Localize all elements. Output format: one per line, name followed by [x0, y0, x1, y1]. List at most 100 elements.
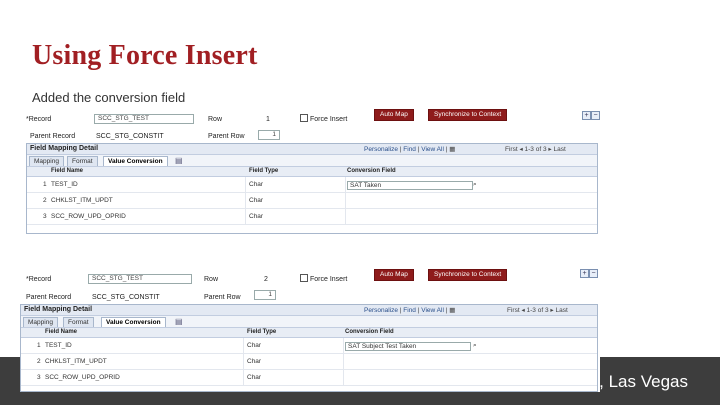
record-input[interactable]: SCC_STG_TEST	[88, 274, 192, 284]
lookup-icon[interactable]: ⌕	[473, 181, 477, 189]
field-type-cell: Char	[247, 342, 262, 349]
add-row-icon[interactable]: +	[582, 111, 591, 120]
add-row-icon[interactable]: +	[580, 269, 589, 278]
field-mapping-grid: Field Mapping Detail Personalize | Find …	[26, 143, 598, 234]
slide-subtitle: Added the conversion field	[32, 90, 186, 105]
col-field-type: Field Type	[249, 168, 279, 174]
grid-header: Field Mapping Detail Personalize | Find …	[27, 144, 597, 155]
personalize-link[interactable]: Personalize	[364, 146, 398, 153]
tab-mapping[interactable]: Mapping	[29, 156, 64, 166]
field-name-cell: CHKLST_ITM_UPDT	[45, 358, 107, 365]
range-text: 1-3 of 3	[526, 307, 549, 314]
last-link[interactable]: Last	[555, 307, 567, 314]
export-icon[interactable]: ▦	[449, 146, 455, 153]
conversion-field-input[interactable]: SAT Taken	[347, 181, 473, 190]
table-row: 1 TEST_ID Char SAT Taken ⌕	[27, 177, 597, 193]
parent-row-label: Parent Row	[208, 133, 245, 140]
next-icon[interactable]: ▸	[548, 146, 551, 153]
parent-row-input[interactable]: 1	[258, 130, 280, 140]
row-number: 1	[43, 181, 47, 188]
export-icon[interactable]: ▦	[449, 307, 455, 314]
col-conversion-field: Conversion Field	[345, 329, 394, 335]
prev-icon[interactable]: ◂	[519, 146, 522, 153]
grid-title: Field Mapping Detail	[24, 306, 93, 313]
delete-row-icon[interactable]: −	[591, 111, 600, 120]
personalize-link[interactable]: Personalize	[364, 307, 398, 314]
tab-mapping[interactable]: Mapping	[23, 317, 58, 327]
tab-bar: Mapping Format Value Conversion ▤	[27, 155, 597, 167]
row-number: 1	[37, 342, 41, 349]
first-link[interactable]: First	[505, 146, 518, 153]
parent-record-value: SCC_STG_CONSTIT	[92, 294, 160, 301]
last-link[interactable]: Last	[553, 146, 565, 153]
parent-row-label: Parent Row	[204, 294, 241, 301]
next-icon[interactable]: ▸	[550, 307, 553, 314]
field-type-cell: Char	[247, 358, 262, 365]
row-value: 2	[264, 276, 268, 283]
table-row: 3 SCC_ROW_UPD_OPRID Char	[21, 370, 597, 386]
show-all-columns-icon[interactable]: ▤	[175, 156, 183, 165]
tab-format[interactable]: Format	[63, 317, 94, 327]
tab-value-conversion[interactable]: Value Conversion	[103, 156, 168, 166]
grid-title: Field Mapping Detail	[30, 145, 99, 152]
parent-record-value: SCC_STG_CONSTIT	[96, 133, 164, 140]
find-link[interactable]: Find	[403, 146, 416, 153]
row-value: 1	[266, 116, 270, 123]
record-label: *Record	[26, 116, 52, 123]
find-link[interactable]: Find	[403, 307, 416, 314]
row-number: 3	[43, 213, 47, 220]
record-input[interactable]: SCC_STG_TEST	[94, 114, 194, 124]
force-insert-checkbox[interactable]	[300, 274, 308, 282]
field-type-cell: Char	[249, 181, 264, 188]
view-all-link[interactable]: View All	[421, 146, 444, 153]
delete-row-icon[interactable]: −	[589, 269, 598, 278]
grid-header: Field Mapping Detail Personalize | Find …	[21, 305, 597, 316]
auto-map-button[interactable]: Auto Map	[374, 109, 414, 121]
tab-format[interactable]: Format	[67, 156, 98, 166]
screenshot-after: *Record SCC_STG_TEST Row 2 Force Insert …	[20, 266, 600, 392]
range-text: 1-3 of 3	[524, 146, 547, 153]
field-type-cell: Char	[247, 374, 262, 381]
record-label: *Record	[26, 276, 52, 283]
field-mapping-grid: Field Mapping Detail Personalize | Find …	[20, 304, 598, 392]
field-name-cell: SCC_ROW_UPD_OPRID	[51, 213, 126, 220]
slide-title: Using Force Insert	[32, 40, 258, 71]
conversion-field-input[interactable]: SAT Subject Test Taken	[345, 342, 471, 351]
col-field-name: Field Name	[51, 168, 84, 174]
field-name-cell: TEST_ID	[51, 181, 78, 188]
table-row: 1 TEST_ID Char SAT Subject Test Taken ⌕	[21, 338, 597, 354]
column-header-row: Field Name Field Type Conversion Field	[27, 167, 597, 177]
tab-value-conversion[interactable]: Value Conversion	[101, 317, 166, 327]
field-type-cell: Char	[249, 213, 264, 220]
view-all-link[interactable]: View All	[421, 307, 444, 314]
force-insert-label: Force Insert	[310, 116, 348, 123]
auto-map-button[interactable]: Auto Map	[374, 269, 414, 281]
first-link[interactable]: First	[507, 307, 520, 314]
synchronize-button[interactable]: Synchronize to Context	[428, 109, 508, 121]
col-conversion-field: Conversion Field	[347, 168, 396, 174]
table-row: 2 CHKLST_ITM_UPDT Char	[21, 354, 597, 370]
table-row: 3 SCC_ROW_UPD_OPRID Char	[27, 209, 597, 225]
row-label: Row	[204, 276, 219, 283]
force-insert-label: Force Insert	[310, 276, 348, 283]
table-row: 2 CHKLST_ITM_UPDT Char	[27, 193, 597, 209]
parent-row-input[interactable]: 1	[254, 290, 276, 300]
parent-record-label: Parent Record	[26, 294, 72, 301]
synchronize-button[interactable]: Synchronize to Context	[428, 269, 508, 281]
force-insert-checkbox[interactable]	[300, 114, 308, 122]
field-type-cell: Char	[249, 197, 264, 204]
lookup-icon[interactable]: ⌕	[473, 342, 477, 350]
row-number: 2	[43, 197, 47, 204]
field-name-cell: TEST_ID	[45, 342, 72, 349]
row-number: 2	[37, 358, 41, 365]
row-number: 3	[37, 374, 41, 381]
col-field-type: Field Type	[247, 329, 277, 335]
col-field-name: Field Name	[45, 329, 78, 335]
footer-location-text: , Las Vegas	[599, 372, 688, 391]
show-all-columns-icon[interactable]: ▤	[175, 317, 183, 326]
tab-bar: Mapping Format Value Conversion ▤	[21, 316, 597, 328]
prev-icon[interactable]: ◂	[521, 307, 524, 314]
screenshot-before: *Record SCC_STG_TEST Row 1 Force Insert …	[26, 106, 600, 234]
parent-record-label: Parent Record	[30, 133, 76, 140]
column-header-row: Field Name Field Type Conversion Field	[21, 328, 597, 338]
